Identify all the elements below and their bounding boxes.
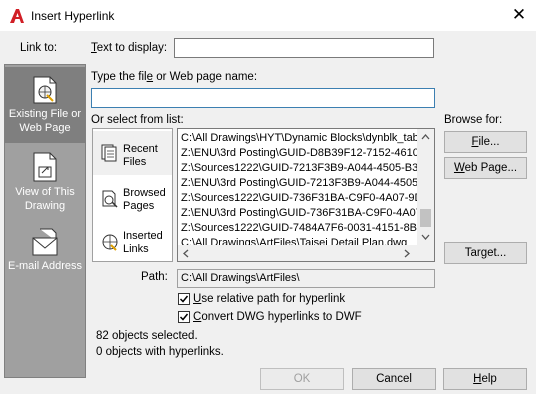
autocad-logo-icon <box>10 9 24 23</box>
scroll-thumb[interactable] <box>420 209 431 227</box>
inserted-links-tab[interactable]: Inserted Links <box>93 221 172 261</box>
browse-for-label: Browse for: <box>444 114 503 126</box>
list-item[interactable]: C:\All Drawings\HYT\Dynamic Blocks\dynbl… <box>181 131 427 145</box>
link-to-existing-file[interactable]: Existing File or Web Page <box>5 67 85 143</box>
scroll-down-icon[interactable] <box>421 234 430 240</box>
file-name-input[interactable] <box>91 88 435 108</box>
scroll-right-icon[interactable] <box>404 249 410 258</box>
list-item[interactable]: Z:\ENU\3rd Posting\GUID-7213F3B9-A044-45… <box>181 176 425 190</box>
link-to-existing-file-label: Existing File or Web Page <box>8 108 82 134</box>
scroll-up-icon[interactable] <box>421 134 430 140</box>
checkmark-icon <box>179 313 189 321</box>
recent-files-icon <box>101 144 117 162</box>
scrollbar-corner <box>417 245 434 261</box>
link-to-panel: Existing File or Web Page View of This D… <box>4 64 86 378</box>
close-icon[interactable]: ✕ <box>508 4 530 26</box>
list-item[interactable]: Z:\ENU\3rd Posting\GUID-736F31BA-C9F0-4A… <box>181 206 426 220</box>
path-label: Path: <box>141 271 168 283</box>
convert-dwg-checkbox[interactable] <box>178 311 190 323</box>
cancel-button[interactable]: Cancel <box>352 368 436 390</box>
drawing-view-icon <box>33 152 57 182</box>
browsed-pages-label: Browsed Pages <box>123 187 166 212</box>
list-item[interactable]: Z:\Sources1222\GUID-7484A7F6-0031-4151-8… <box>181 221 423 235</box>
inserted-links-icon <box>102 234 118 251</box>
recent-files-list[interactable]: C:\All Drawings\HYT\Dynamic Blocks\dynbl… <box>177 128 435 262</box>
browsed-pages-tab[interactable]: Browsed Pages <box>93 177 172 219</box>
link-to-email-address[interactable]: E-mail Address <box>5 225 85 285</box>
relative-path-checkbox[interactable] <box>178 293 190 305</box>
vertical-scrollbar[interactable] <box>417 129 434 245</box>
link-to-label: Link to: <box>20 42 58 54</box>
file-name-label: Type the file or Web page name: <box>91 71 258 83</box>
window-title: Insert Hyperlink <box>31 9 115 23</box>
scroll-left-icon[interactable] <box>183 249 189 258</box>
list-item[interactable]: Z:\Sources1222\GUID-7213F3B9-A044-4505-B… <box>181 161 424 175</box>
text-to-display-label: Text to display: <box>91 42 168 54</box>
list-item[interactable]: Z:\Sources1222\GUID-736F31BA-C9F0-4A07-9… <box>181 191 426 205</box>
link-to-view-of-drawing[interactable]: View of This Drawing <box>5 147 85 219</box>
ok-button[interactable]: OK <box>260 368 344 390</box>
recent-files-tab[interactable]: Recent Files <box>93 131 172 175</box>
browse-web-page-button[interactable]: Web Page... <box>444 157 527 179</box>
relative-path-label: Use relative path for hyperlink <box>193 293 346 305</box>
browse-file-button[interactable]: File... <box>444 131 527 153</box>
browsed-pages-icon <box>102 190 118 208</box>
convert-dwg-label: Convert DWG hyperlinks to DWF <box>193 311 362 323</box>
recent-files-label: Recent Files <box>123 143 158 168</box>
objects-with-hyperlinks-text: 0 objects with hyperlinks. <box>96 346 224 358</box>
select-from-list-label: Or select from list: <box>91 114 184 126</box>
target-button[interactable]: Target... <box>444 242 527 264</box>
inserted-links-label: Inserted Links <box>123 230 163 255</box>
web-page-file-icon <box>33 76 57 104</box>
email-envelope-icon <box>32 228 58 256</box>
horizontal-scrollbar[interactable] <box>178 245 417 261</box>
link-to-email-label: E-mail Address <box>8 260 82 272</box>
path-value: C:\All Drawings\ArtFiles\ <box>177 269 435 288</box>
list-item[interactable]: Z:\ENU\3rd Posting\GUID-D8B39F12-7152-46… <box>181 146 423 160</box>
checkmark-icon <box>179 295 189 303</box>
text-to-display-input[interactable] <box>174 38 434 58</box>
objects-selected-text: 82 objects selected. <box>96 330 198 342</box>
help-button[interactable]: Help <box>443 368 527 390</box>
link-to-view-of-drawing-label: View of This Drawing <box>15 186 75 212</box>
list-category-panel: Recent Files Browsed Pages Inserted Links <box>92 128 173 262</box>
